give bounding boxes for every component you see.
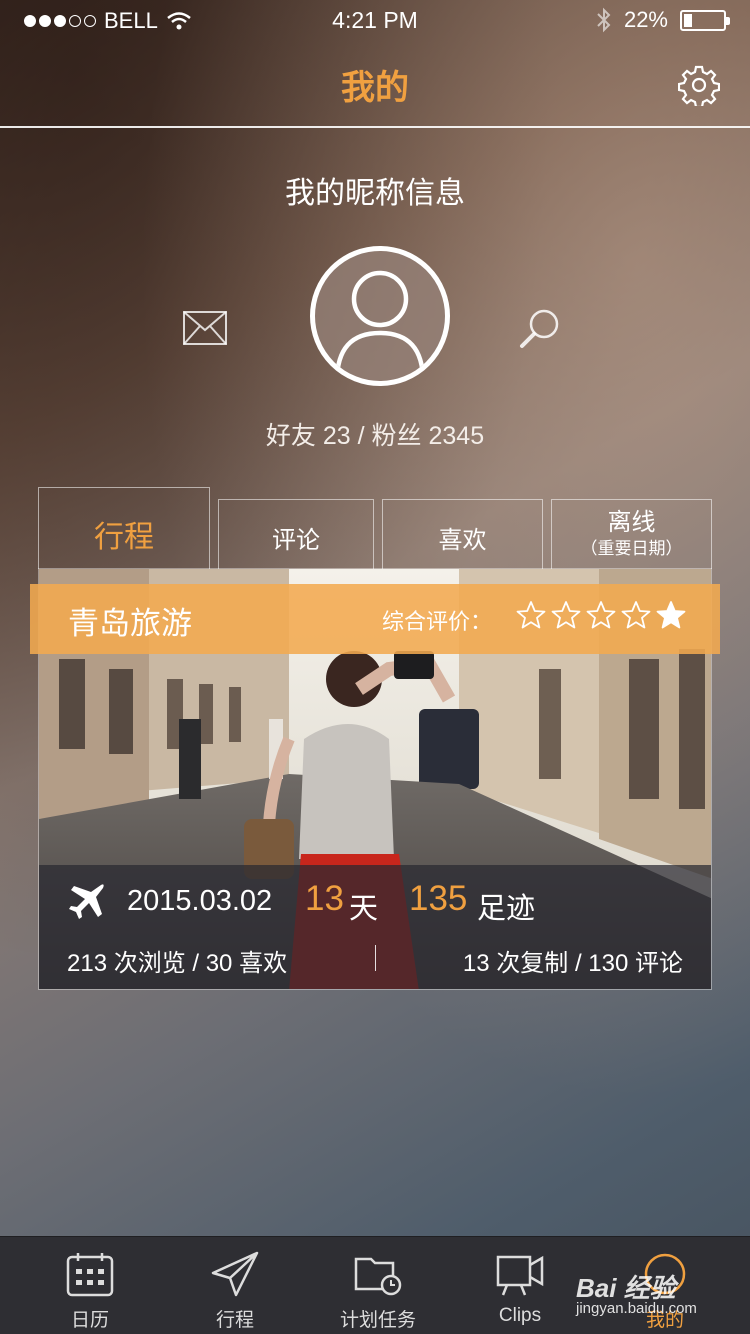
tab-label: 离线 (607, 509, 656, 536)
status-right: 22% (596, 7, 730, 33)
tab-label: 喜欢 (438, 527, 487, 554)
trip-days-unit: 天 (349, 893, 379, 925)
star-outline-icon (551, 601, 581, 629)
paper-plane-icon (211, 1251, 259, 1297)
trip-date: 2015.03.02 (127, 885, 273, 917)
stats-divider (375, 945, 376, 971)
tab-comments[interactable]: 评论 (218, 499, 374, 569)
bluetooth-icon (597, 7, 611, 33)
trip-banner[interactable]: 青岛旅游 综合评价： (30, 584, 720, 654)
tab-sublabel: （重要日期） (580, 539, 683, 558)
trip-views-likes: 213 次浏览 / 30 喜欢 (67, 950, 288, 977)
rating-label: 综合评价： (382, 609, 493, 634)
battery-icon (680, 9, 730, 31)
tabbar-label: 行程 (215, 1310, 254, 1331)
tab-label: 行程 (94, 521, 154, 554)
tab-trips[interactable]: 行程 (38, 487, 210, 569)
tabbar-item-trips[interactable]: 行程 (160, 1237, 310, 1334)
tabbar-label: 日历 (70, 1310, 109, 1331)
star-filled-icon (656, 601, 686, 629)
tabbar-label: 计划任务 (339, 1310, 416, 1331)
profile-icon (644, 1253, 686, 1295)
tabbar-item-plans[interactable]: 计划任务 (303, 1237, 453, 1334)
content-tabs: 行程 评论 喜欢 离线 （重要日期） (38, 487, 712, 569)
friends-count: 23 (322, 422, 351, 450)
gear-icon[interactable] (678, 64, 720, 106)
friends-label: 好友 (265, 422, 316, 450)
page-title: 我的 (341, 69, 409, 107)
folder-clock-icon (354, 1257, 402, 1296)
nickname[interactable]: 我的昵称信息 (0, 168, 750, 212)
person-icon (334, 270, 426, 381)
star-outline-icon (516, 601, 546, 629)
tabbar-item-me[interactable]: 我的 (590, 1237, 740, 1334)
airplane-icon (69, 884, 104, 919)
star-outline-icon (621, 601, 651, 629)
tabbar-item-calendar[interactable]: 日历 (15, 1237, 165, 1334)
header-divider (0, 126, 750, 128)
trip-days: 13 (305, 879, 344, 918)
star-outline-icon (586, 601, 616, 629)
video-camera-icon (496, 1255, 544, 1296)
trip-copies-comments: 13 次复制 / 130 评论 (462, 950, 683, 977)
tab-label: 评论 (272, 527, 320, 554)
tabbar-label: 我的 (645, 1310, 684, 1331)
trip-footprints: 135 (409, 879, 468, 918)
battery-percent: 22% (623, 7, 668, 32)
search-icon[interactable] (518, 306, 562, 350)
battery-fill (684, 13, 693, 27)
battery-tip (726, 16, 730, 25)
trip-title: 青岛旅游 (68, 606, 192, 641)
tab-bar: 日历 行程 计划任务 Clips 我的 (0, 1236, 750, 1334)
trip-info: 2015.03.02 13 天 135 足迹 213 次浏览 / 30 喜欢 1… (39, 865, 711, 989)
fans-label: 粉丝 (371, 422, 422, 450)
status-bar: BELL 4:21 PM 22% (0, 0, 750, 40)
trip-footprints-unit: 足迹 (477, 893, 536, 925)
tabbar-item-clips[interactable]: Clips (445, 1237, 595, 1334)
follow-stats[interactable]: 好友 23 / 粉丝 2345 (0, 416, 750, 452)
follow-separator: / (357, 422, 365, 450)
avatar[interactable] (310, 246, 450, 386)
tabbar-label: Clips (498, 1305, 542, 1326)
tab-offline[interactable]: 离线 （重要日期） (551, 499, 712, 569)
mail-icon[interactable] (182, 310, 228, 346)
tab-likes[interactable]: 喜欢 (382, 499, 543, 569)
fans-count: 2345 (428, 422, 485, 450)
calendar-icon (66, 1253, 114, 1297)
rating-stars (516, 600, 686, 630)
